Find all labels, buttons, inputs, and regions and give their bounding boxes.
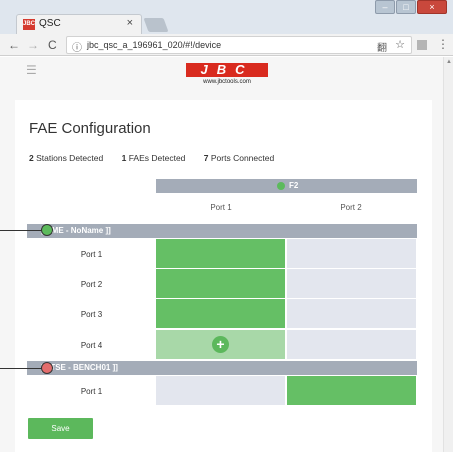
- column-header-port-2: Port 2: [340, 203, 362, 212]
- callout-red-dot-icon: [41, 362, 53, 374]
- stat-faes: 1 FAEs Detected: [121, 153, 186, 163]
- address-text[interactable]: jbc_qsc_a_196961_020/#!/device: [87, 40, 221, 50]
- port-cell[interactable]: [156, 376, 285, 405]
- station-bar-dme: [ DME - NoName ]]: [27, 224, 417, 238]
- browser-menu-icon[interactable]: ⋮: [437, 37, 449, 51]
- browser-tab[interactable]: JBC QSC ×: [16, 14, 142, 34]
- info-icon[interactable]: ⓘ: [72, 39, 82, 54]
- port-cell[interactable]: [287, 376, 416, 405]
- back-icon[interactable]: ←: [8, 38, 20, 52]
- extension-icon[interactable]: [417, 40, 427, 50]
- logo-mark: JBC: [186, 63, 268, 77]
- row-label: Port 3: [80, 310, 103, 319]
- browser-toolbar: ← → C ⓘ jbc_qsc_a_196961_020/#!/device 翻…: [0, 34, 453, 56]
- fae-header-bar: F2: [156, 179, 417, 193]
- translate-icon[interactable]: 翻: [377, 39, 387, 54]
- row-label: Port 1: [80, 387, 103, 396]
- port-cell[interactable]: [287, 269, 416, 298]
- maximize-button[interactable]: □: [396, 0, 416, 14]
- detection-stats: 2 Stations Detected 1 FAEs Detected 7 Po…: [29, 153, 290, 163]
- port-cell[interactable]: [287, 330, 416, 359]
- address-bar[interactable]: ⓘ jbc_qsc_a_196961_020/#!/device 翻 ☆: [66, 36, 412, 54]
- row-label: Port 2: [80, 280, 103, 289]
- fae-configuration-panel: FAE Configuration 2 Stations Detected 1 …: [15, 100, 432, 452]
- callout-line-red: [0, 368, 42, 369]
- port-cell[interactable]: [287, 239, 416, 268]
- page-title: FAE Configuration: [29, 120, 151, 137]
- minimize-button[interactable]: –: [375, 0, 395, 14]
- callout-line-green: [0, 230, 42, 231]
- stat-ports: 7 Ports Connected: [203, 153, 275, 163]
- new-tab-button[interactable]: [143, 18, 169, 32]
- row-label: Port 1: [80, 250, 103, 259]
- page-content: ☰ JBC www.jbctools.com FAE Configuration…: [0, 57, 453, 452]
- tab-title: QSC: [39, 18, 61, 29]
- port-cell[interactable]: [156, 269, 285, 298]
- port-cell[interactable]: +: [156, 330, 285, 359]
- port-cell[interactable]: [156, 299, 285, 328]
- callout-green-dot-icon: [41, 224, 53, 236]
- port-cell[interactable]: [287, 299, 416, 328]
- jbc-logo: JBC www.jbctools.com: [186, 63, 268, 89]
- scroll-up-arrow-icon[interactable]: ▲: [446, 59, 452, 65]
- browser-titlebar: JBC QSC × – □ ×: [0, 0, 453, 34]
- save-button[interactable]: Save: [28, 418, 93, 439]
- add-icon[interactable]: +: [212, 336, 229, 353]
- port-cell[interactable]: [156, 239, 285, 268]
- station-bar-jtse: [ JTSE - BENCH01 ]]: [27, 361, 417, 375]
- jbc-favicon-icon: JBC: [23, 19, 35, 30]
- fae-label: F2: [289, 181, 299, 190]
- bookmark-star-icon[interactable]: ☆: [395, 38, 405, 51]
- logo-url: www.jbctools.com: [203, 79, 251, 85]
- fae-status-dot-icon: [277, 182, 285, 190]
- column-header-port-1: Port 1: [210, 203, 232, 212]
- close-window-button[interactable]: ×: [417, 0, 447, 14]
- scrollbar[interactable]: ▲: [443, 57, 453, 452]
- forward-icon[interactable]: →: [27, 38, 39, 52]
- window-controls: – □ ×: [374, 0, 447, 14]
- hamburger-menu-icon[interactable]: ☰: [26, 63, 37, 77]
- tab-close-icon[interactable]: ×: [127, 17, 133, 29]
- reload-icon[interactable]: C: [48, 38, 57, 52]
- row-label: Port 4: [80, 341, 103, 350]
- stat-stations: 2 Stations Detected: [29, 153, 104, 163]
